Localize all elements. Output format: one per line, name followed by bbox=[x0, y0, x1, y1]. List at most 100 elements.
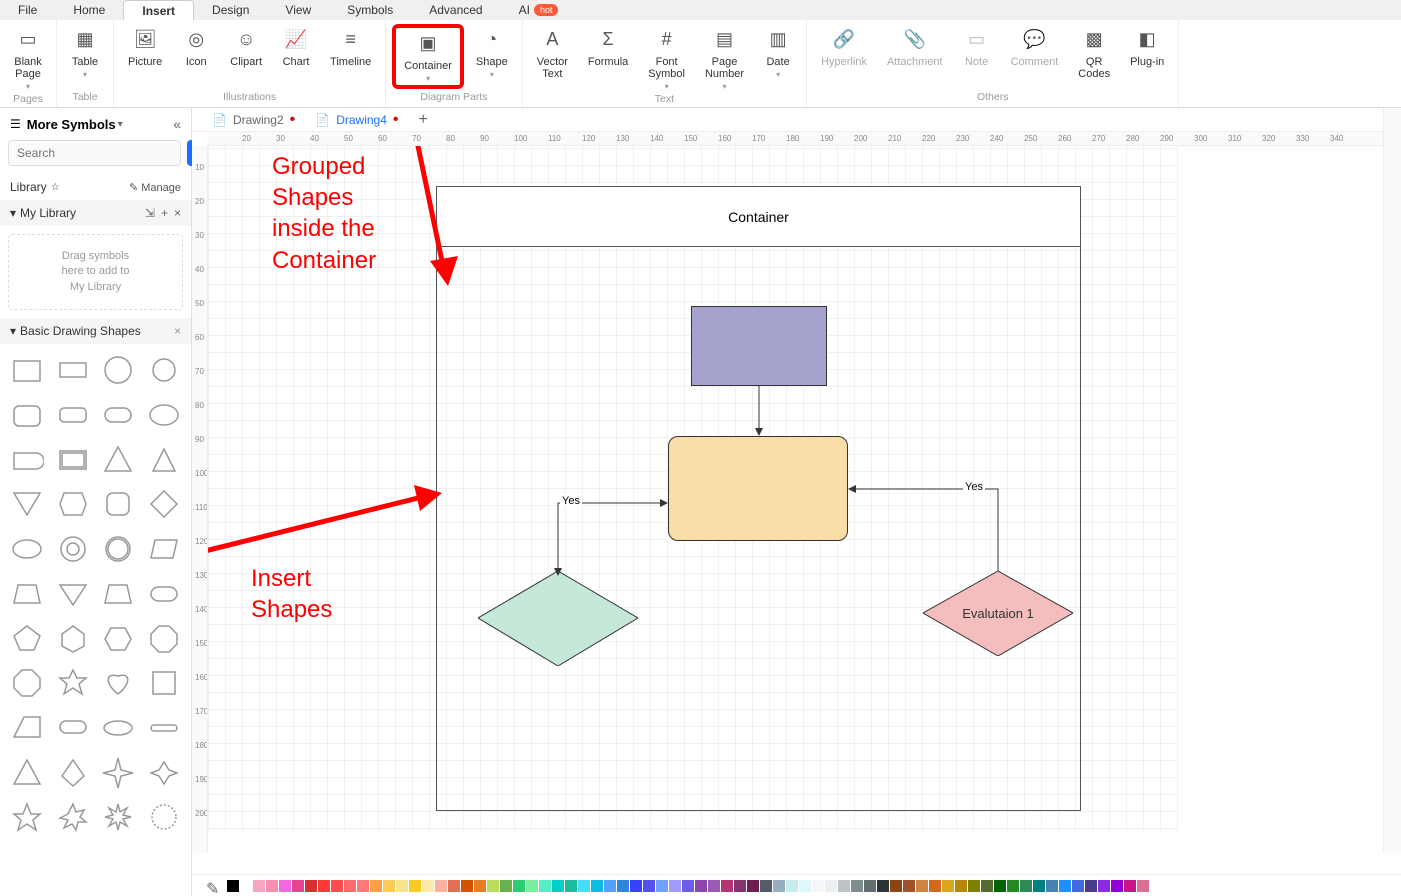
table-button[interactable]: ▦Table▾ bbox=[63, 24, 107, 89]
menu-design[interactable]: Design bbox=[194, 0, 267, 20]
close-icon[interactable]: × bbox=[174, 206, 181, 220]
color-swatch[interactable] bbox=[474, 880, 486, 892]
plugin-button[interactable]: ◧Plug-in bbox=[1122, 24, 1172, 89]
container-button[interactable]: ▣Container▾ bbox=[392, 24, 464, 89]
shape-cell[interactable] bbox=[8, 621, 46, 657]
shape-cell[interactable] bbox=[8, 397, 46, 433]
blank-page-button[interactable]: ▭Blank Page▾ bbox=[6, 24, 50, 91]
process-rounded-shape[interactable] bbox=[668, 436, 848, 541]
shape-button[interactable]: ◔Shape▾ bbox=[468, 24, 516, 89]
menu-advanced[interactable]: Advanced bbox=[411, 0, 500, 20]
menu-view[interactable]: View bbox=[267, 0, 329, 20]
color-swatch[interactable] bbox=[851, 880, 863, 892]
shape-cell[interactable] bbox=[100, 397, 138, 433]
color-swatch[interactable] bbox=[695, 880, 707, 892]
color-swatch[interactable] bbox=[786, 880, 798, 892]
shape-cell[interactable] bbox=[8, 799, 46, 835]
chart-button[interactable]: 📈Chart bbox=[274, 24, 318, 89]
menu-ai[interactable]: AIhot bbox=[501, 0, 577, 20]
shape-cell[interactable] bbox=[100, 576, 138, 612]
color-swatch[interactable] bbox=[266, 880, 278, 892]
color-swatch[interactable] bbox=[955, 880, 967, 892]
color-swatch[interactable] bbox=[240, 880, 252, 892]
basic-shapes-header[interactable]: ▾ Basic Drawing Shapes × bbox=[0, 318, 191, 344]
shape-cell[interactable] bbox=[54, 442, 92, 478]
color-swatch[interactable] bbox=[227, 880, 239, 892]
add-tab-button[interactable]: + bbox=[419, 111, 428, 129]
shape-cell[interactable] bbox=[145, 442, 183, 478]
color-swatch[interactable] bbox=[929, 880, 941, 892]
vector-text-button[interactable]: AVector Text bbox=[529, 24, 576, 91]
color-swatch[interactable] bbox=[539, 880, 551, 892]
shape-cell[interactable] bbox=[8, 531, 46, 567]
attachment-button[interactable]: 📎Attachment bbox=[879, 24, 951, 89]
shape-cell[interactable] bbox=[54, 755, 92, 791]
decision-eval-shape[interactable]: Evalutaion 1 bbox=[923, 571, 1073, 656]
decision-shape[interactable] bbox=[478, 571, 638, 666]
color-swatch[interactable] bbox=[916, 880, 928, 892]
qr-codes-button[interactable]: ▩QR Codes bbox=[1070, 24, 1118, 89]
date-button[interactable]: ▥Date▾ bbox=[756, 24, 800, 91]
color-swatch[interactable] bbox=[1007, 880, 1019, 892]
shape-cell[interactable] bbox=[54, 486, 92, 522]
shape-cell[interactable] bbox=[100, 486, 138, 522]
library-row[interactable]: Library ☆ ✎ Manage bbox=[0, 174, 191, 200]
color-swatch[interactable] bbox=[721, 880, 733, 892]
picture-button[interactable]: 🖼Picture bbox=[120, 24, 170, 89]
shape-cell[interactable] bbox=[145, 665, 183, 701]
color-swatch[interactable] bbox=[890, 880, 902, 892]
color-swatch[interactable] bbox=[1085, 880, 1097, 892]
icon-button[interactable]: ◎Icon bbox=[174, 24, 218, 89]
color-swatch[interactable] bbox=[435, 880, 447, 892]
color-swatch[interactable] bbox=[344, 880, 356, 892]
color-swatch[interactable] bbox=[825, 880, 837, 892]
canvas[interactable]: Container Evalutaion 1 Yes Yes Grouped S… bbox=[208, 146, 1401, 853]
shape-cell[interactable] bbox=[145, 397, 183, 433]
color-swatch[interactable] bbox=[942, 880, 954, 892]
color-swatch[interactable] bbox=[682, 880, 694, 892]
color-swatch[interactable] bbox=[1124, 880, 1136, 892]
color-swatch[interactable] bbox=[448, 880, 460, 892]
shape-cell[interactable] bbox=[8, 352, 46, 388]
manage-link[interactable]: ✎ Manage bbox=[129, 181, 181, 194]
shape-cell[interactable] bbox=[100, 710, 138, 746]
formula-button[interactable]: ΣFormula bbox=[580, 24, 636, 91]
paint-icon[interactable]: ✎ bbox=[206, 879, 220, 893]
color-swatch[interactable] bbox=[656, 880, 668, 892]
color-swatch[interactable] bbox=[1111, 880, 1123, 892]
menu-home[interactable]: Home bbox=[55, 0, 123, 20]
color-swatch[interactable] bbox=[253, 880, 265, 892]
shape-cell[interactable] bbox=[145, 621, 183, 657]
shape-cell[interactable] bbox=[145, 799, 183, 835]
shape-cell[interactable] bbox=[8, 710, 46, 746]
color-swatch[interactable] bbox=[812, 880, 824, 892]
color-swatch[interactable] bbox=[669, 880, 681, 892]
process-shape[interactable] bbox=[691, 306, 827, 386]
color-swatch[interactable] bbox=[1098, 880, 1110, 892]
shape-cell[interactable] bbox=[100, 442, 138, 478]
shape-cell[interactable] bbox=[54, 710, 92, 746]
my-library-header[interactable]: ▾ My Library ⇲ + × bbox=[0, 200, 191, 226]
comment-button[interactable]: 💬Comment bbox=[1003, 24, 1067, 89]
color-swatch[interactable] bbox=[383, 880, 395, 892]
color-swatch[interactable] bbox=[968, 880, 980, 892]
page-number-button[interactable]: ▤Page Number▾ bbox=[697, 24, 752, 91]
color-swatch[interactable] bbox=[552, 880, 564, 892]
menu-insert[interactable]: Insert bbox=[123, 0, 194, 20]
font-symbol-button[interactable]: #Font Symbol▾ bbox=[640, 24, 693, 91]
shape-cell[interactable] bbox=[54, 799, 92, 835]
color-swatch[interactable] bbox=[370, 880, 382, 892]
color-swatch[interactable] bbox=[318, 880, 330, 892]
color-swatch[interactable] bbox=[396, 880, 408, 892]
shape-cell[interactable] bbox=[8, 442, 46, 478]
shape-cell[interactable] bbox=[8, 576, 46, 612]
color-swatch[interactable] bbox=[591, 880, 603, 892]
shape-cell[interactable] bbox=[100, 531, 138, 567]
color-swatch[interactable] bbox=[630, 880, 642, 892]
color-swatch[interactable] bbox=[643, 880, 655, 892]
color-swatch[interactable] bbox=[903, 880, 915, 892]
search-input[interactable] bbox=[8, 140, 181, 166]
color-swatch[interactable] bbox=[500, 880, 512, 892]
clipart-button[interactable]: ☺Clipart bbox=[222, 24, 270, 89]
page[interactable]: Container Evalutaion 1 Yes Yes Grouped S… bbox=[208, 146, 1178, 831]
